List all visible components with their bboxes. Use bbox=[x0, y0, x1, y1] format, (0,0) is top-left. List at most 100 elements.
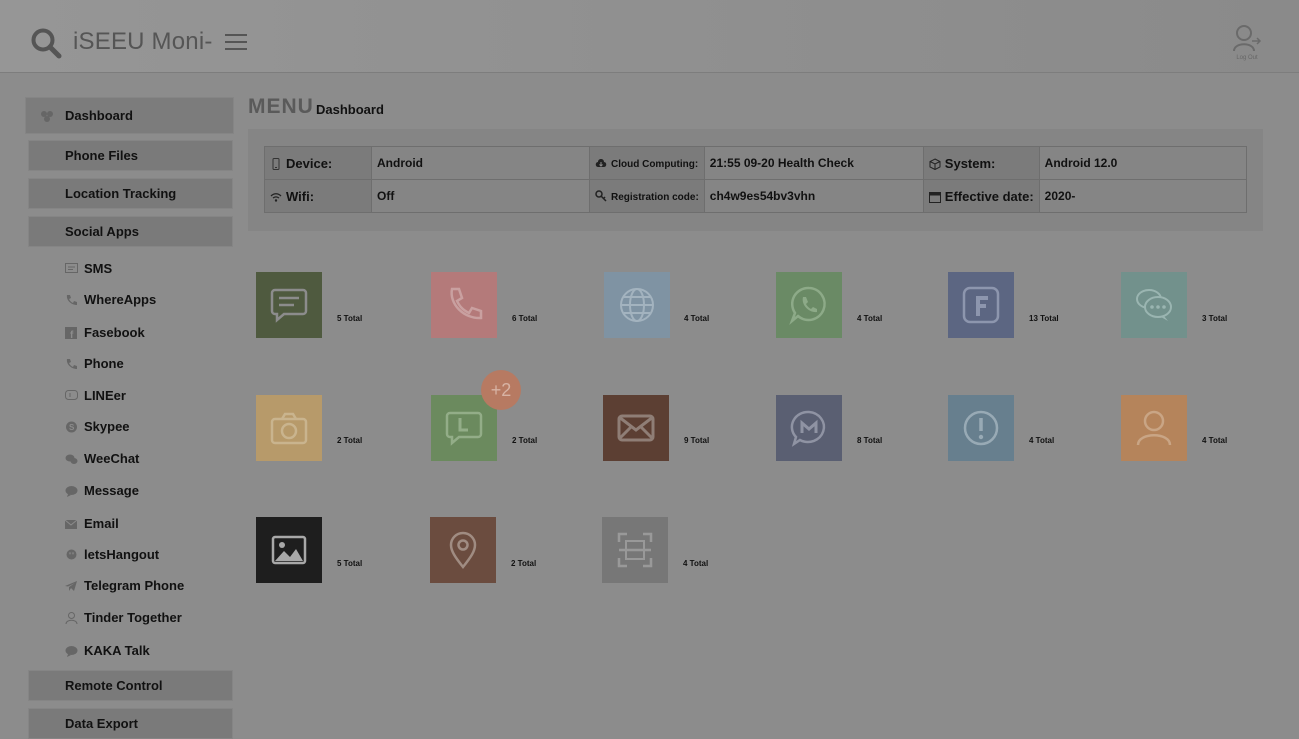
tile-count: 13 Total bbox=[1029, 314, 1059, 323]
tile-count: 2 Total bbox=[512, 436, 538, 445]
sidebar-item-label: Dashboard bbox=[65, 108, 133, 123]
mail-icon bbox=[617, 414, 655, 442]
sidebar-subitem-label: Fasebook bbox=[84, 325, 145, 340]
effective-date-label: Effective date: bbox=[944, 188, 1034, 204]
tile-location-pin[interactable] bbox=[430, 517, 496, 583]
chat-icon bbox=[65, 263, 78, 273]
svg-text:””: ”” bbox=[69, 553, 75, 559]
sidebar-subitem-message[interactable]: Message bbox=[25, 475, 234, 507]
alert-icon bbox=[963, 410, 999, 446]
messenger-icon bbox=[790, 410, 826, 447]
tile-scan[interactable] bbox=[602, 517, 668, 583]
tile-count: 2 Total bbox=[337, 436, 363, 445]
sidebar-subitem-label: Telegram Phone bbox=[84, 578, 185, 593]
mobile-icon bbox=[272, 157, 280, 170]
sidebar-subitem-phone[interactable]: Phone bbox=[25, 348, 234, 380]
talk-icon bbox=[65, 646, 78, 657]
device-label-cell: Device: bbox=[264, 146, 372, 180]
sidebar-subitem-sms[interactable]: SMS bbox=[25, 253, 234, 285]
wifi-label-cell: Wifi: bbox=[264, 179, 372, 213]
device-info-panel: Device: Android Cloud Computing: 21:55 0… bbox=[248, 129, 1263, 231]
tile-whatsapp[interactable] bbox=[776, 272, 842, 338]
sidebar: Dashboard Phone Files Location Tracking … bbox=[25, 97, 234, 739]
wifi-value: Off bbox=[371, 179, 590, 213]
cube-icon bbox=[929, 157, 941, 170]
tile-chat-bubbles[interactable] bbox=[1121, 272, 1187, 338]
tile-count: 4 Total bbox=[1029, 436, 1055, 445]
tile-count: 2 Total bbox=[511, 559, 537, 568]
person-icon bbox=[1136, 410, 1172, 446]
sidebar-subitem-email[interactable]: Email bbox=[25, 508, 234, 540]
tile-count: 5 Total bbox=[337, 314, 363, 323]
device-info-table: Device: Android Cloud Computing: 21:55 0… bbox=[264, 146, 1248, 213]
sidebar-subitem-label: Phone bbox=[84, 356, 124, 371]
system-value: Android 12.0 bbox=[1038, 146, 1248, 180]
menu-title: MENU bbox=[248, 95, 314, 118]
sidebar-item-remote-control[interactable]: Remote Control bbox=[28, 670, 233, 701]
skype-icon: S bbox=[66, 421, 77, 433]
sidebar-item-data-export[interactable]: Data Export bbox=[28, 708, 233, 739]
system-label: System: bbox=[944, 155, 996, 171]
sidebar-subitem-tinder-together[interactable]: Tinder Together bbox=[25, 602, 234, 634]
tile-phone-call[interactable] bbox=[431, 272, 497, 338]
sidebar-item-dashboard[interactable]: Dashboard bbox=[25, 97, 234, 134]
svg-text:S: S bbox=[69, 423, 75, 432]
tile-count: 4 Total bbox=[857, 314, 883, 323]
cloud-label: Cloud Computing: bbox=[611, 158, 699, 170]
phone-icon bbox=[66, 295, 77, 305]
cloud-download-icon bbox=[595, 158, 607, 167]
phone-call-icon bbox=[450, 287, 483, 320]
tile-camera[interactable] bbox=[256, 395, 322, 461]
registration-label-cell: Registration code: bbox=[589, 179, 705, 213]
menu-toggle-icon[interactable] bbox=[225, 34, 247, 52]
breadcrumb: Dashboard bbox=[316, 102, 384, 117]
tile-count: 5 Total bbox=[337, 559, 363, 568]
sidebar-item-phone-files[interactable]: Phone Files bbox=[28, 140, 233, 171]
tile-person[interactable] bbox=[1121, 395, 1187, 461]
camera-icon bbox=[270, 412, 308, 445]
tile-image[interactable] bbox=[256, 517, 322, 583]
sidebar-subitem-letshangout[interactable]: ”” letsHangout bbox=[25, 539, 234, 571]
key-icon bbox=[595, 189, 607, 202]
chat-bubbles-icon bbox=[1136, 289, 1172, 321]
tile-mail[interactable] bbox=[603, 395, 669, 461]
email-icon bbox=[65, 519, 78, 529]
sidebar-subitem-telegram-phone[interactable]: Telegram Phone bbox=[25, 570, 234, 602]
tile-sms[interactable] bbox=[256, 272, 322, 338]
user-icon bbox=[65, 612, 78, 624]
logout-button[interactable]: Log Out bbox=[1230, 24, 1264, 61]
sidebar-subitem-fasebook[interactable]: f Fasebook bbox=[25, 317, 234, 349]
sidebar-subitem-label: WhereApps bbox=[84, 292, 157, 307]
sidebar-item-social-apps[interactable]: Social Apps bbox=[28, 216, 233, 247]
sidebar-item-label: Phone Files bbox=[65, 148, 138, 163]
phone-icon bbox=[66, 359, 77, 369]
sidebar-subitem-lineer[interactable]: LINEer bbox=[25, 380, 234, 412]
sidebar-subitem-skypee[interactable]: S Skypee bbox=[25, 411, 234, 443]
cloud-label-cell: Cloud Computing: bbox=[589, 146, 705, 180]
scan-icon bbox=[617, 532, 653, 568]
sidebar-item-label: Social Apps bbox=[65, 224, 139, 239]
sidebar-subitem-label: LINEer bbox=[84, 388, 126, 403]
message-icon bbox=[65, 486, 78, 497]
tile-facebook[interactable] bbox=[948, 272, 1014, 338]
tile-count: 3 Total bbox=[1202, 314, 1228, 323]
sidebar-item-location-tracking[interactable]: Location Tracking bbox=[28, 178, 233, 209]
device-label: Device: bbox=[286, 155, 333, 171]
sidebar-subitem-label: Tinder Together bbox=[84, 610, 182, 625]
tile-count: 8 Total bbox=[857, 436, 883, 445]
search-icon[interactable] bbox=[30, 27, 62, 59]
whatsapp-icon bbox=[789, 286, 826, 325]
tile-alert[interactable] bbox=[948, 395, 1014, 461]
hangout-icon: ”” bbox=[66, 549, 77, 560]
tile-globe[interactable] bbox=[604, 272, 670, 338]
telegram-icon bbox=[65, 581, 77, 591]
sidebar-subitem-kaka-talk[interactable]: KAKA Talk bbox=[25, 635, 234, 667]
sidebar-subitem-label: Message bbox=[84, 483, 139, 498]
tile-messenger[interactable] bbox=[776, 395, 842, 461]
facebook-icon: f bbox=[65, 327, 77, 339]
sidebar-subitem-whereapps[interactable]: WhereApps bbox=[25, 284, 234, 316]
sidebar-subitem-weechat[interactable]: WeeChat bbox=[25, 443, 234, 475]
sidebar-subitem-label: WeeChat bbox=[84, 451, 140, 466]
notification-badge: +2 bbox=[481, 370, 521, 410]
wifi-label: Wifi: bbox=[286, 188, 315, 204]
